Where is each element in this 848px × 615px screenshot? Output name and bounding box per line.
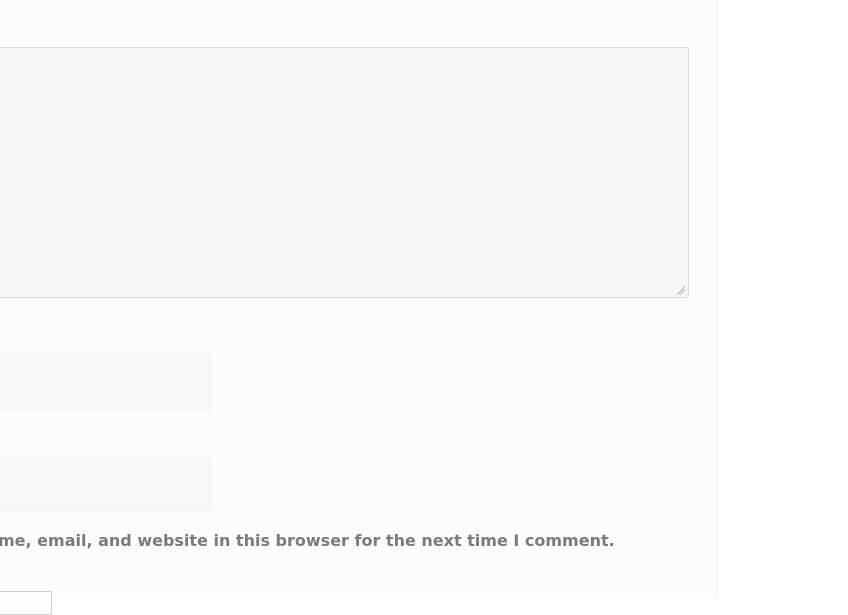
comment-form-panel: me, email, and website in this browser f… — [0, 0, 717, 615]
save-info-consent-text: me, email, and website in this browser f… — [0, 531, 615, 550]
name-field[interactable] — [0, 353, 211, 410]
resize-handle-icon[interactable] — [675, 285, 685, 295]
website-field[interactable] — [0, 457, 211, 512]
comment-form-top-text — [150, 0, 290, 2]
comment-textarea[interactable] — [0, 47, 689, 298]
submit-button[interactable] — [0, 591, 52, 615]
